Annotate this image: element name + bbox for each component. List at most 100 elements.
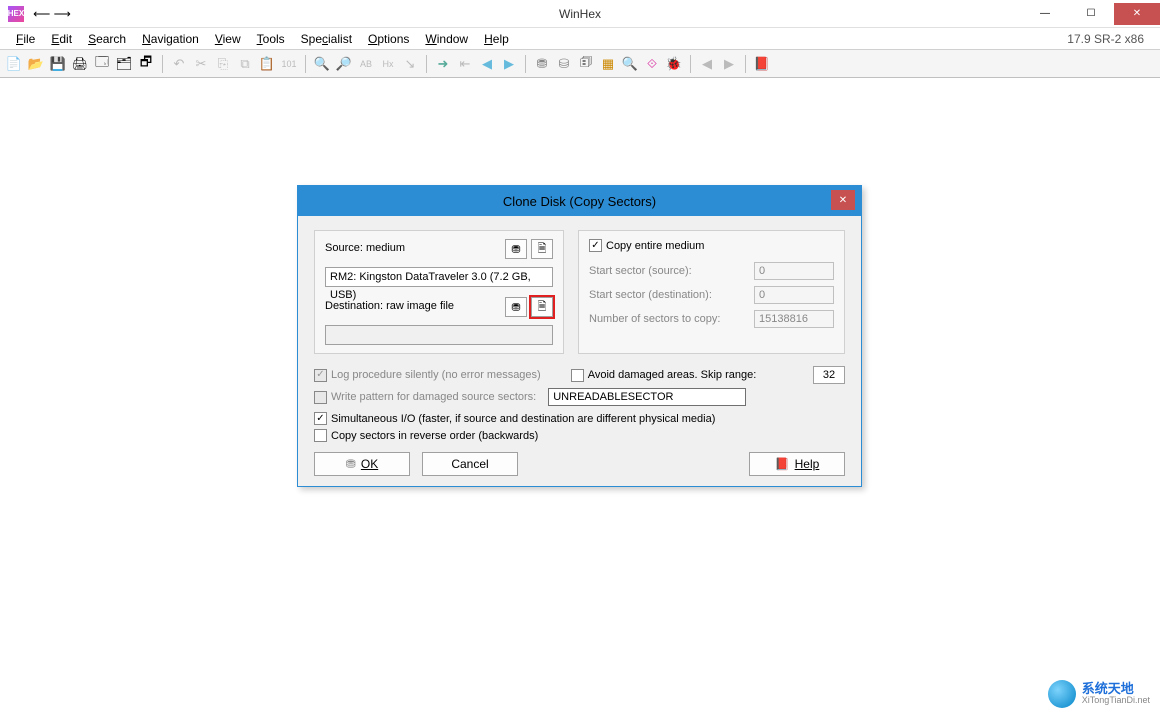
replace-text-icon[interactable]: AB bbox=[356, 54, 376, 74]
window-list-icon[interactable]: 🗗 bbox=[136, 54, 156, 74]
cut-icon[interactable]: ✂ bbox=[191, 54, 211, 74]
ram-icon[interactable]: 🗊 bbox=[576, 54, 596, 74]
nav-fwd-icon[interactable]: ▶ bbox=[499, 54, 519, 74]
help-button[interactable]: 📕 Help bbox=[749, 452, 845, 476]
dest-label: Destination: raw image file bbox=[325, 300, 501, 312]
copy-entire-label: Copy entire medium bbox=[606, 240, 704, 252]
start-src-field: 0 bbox=[754, 262, 834, 280]
dialog-close-button[interactable]: ✕ bbox=[831, 190, 855, 210]
dialog-title: Clone Disk (Copy Sectors) bbox=[503, 194, 656, 209]
find-text-icon[interactable]: 🔍 bbox=[312, 54, 332, 74]
replace-hex-icon[interactable]: Hx bbox=[378, 54, 398, 74]
menu-edit[interactable]: Edit bbox=[43, 30, 80, 48]
menu-specialist[interactable]: Specialist bbox=[293, 30, 360, 48]
bug-icon[interactable]: 🐞 bbox=[664, 54, 684, 74]
start-dst-field: 0 bbox=[754, 286, 834, 304]
folder-icon[interactable]: 🗂 bbox=[114, 54, 134, 74]
maximize-button[interactable]: ☐ bbox=[1068, 3, 1114, 25]
source-label: Source: medium bbox=[325, 242, 501, 254]
minimize-button[interactable]: — bbox=[1022, 3, 1068, 25]
simultaneous-io-label: Simultaneous I/O (faster, if source and … bbox=[331, 413, 715, 425]
avoid-damaged-checkbox[interactable] bbox=[571, 369, 584, 382]
menu-navigation[interactable]: Navigation bbox=[134, 30, 207, 48]
log-silently-checkbox: ✓ bbox=[314, 369, 327, 382]
undo-icon[interactable]: ↶ bbox=[169, 54, 189, 74]
help-icon[interactable]: 📕 bbox=[752, 54, 772, 74]
print-icon[interactable]: 🖨 bbox=[70, 54, 90, 74]
write-pattern-checkbox bbox=[314, 391, 327, 404]
reverse-order-checkbox[interactable] bbox=[314, 429, 327, 442]
log-silently-label: Log procedure silently (no error message… bbox=[331, 369, 541, 381]
dest-file-button[interactable]: 🗎 bbox=[531, 297, 553, 317]
window-title: WinHex bbox=[559, 7, 601, 21]
lens-icon[interactable]: 🔍 bbox=[620, 54, 640, 74]
menu-help[interactable]: Help bbox=[476, 30, 517, 48]
reverse-order-label: Copy sectors in reverse order (backwards… bbox=[331, 430, 538, 442]
dest-disk-button[interactable]: ⛃ bbox=[505, 297, 527, 317]
disk-icon: ⛃ bbox=[346, 457, 356, 471]
paste-icon[interactable]: 📋 bbox=[257, 54, 277, 74]
globe-icon bbox=[1048, 680, 1076, 708]
dest-field[interactable] bbox=[325, 325, 553, 345]
toolbar: 📄 📂 💾 🖨 🗔 🗂 🗗 ↶ ✂ ⎘ ⧉ 📋 101 🔍 🔎 AB Hx ↘ … bbox=[0, 50, 1160, 78]
version-label: 17.9 SR-2 x86 bbox=[1067, 32, 1152, 46]
find-hex-icon[interactable]: 🔎 bbox=[334, 54, 354, 74]
back-icon[interactable]: ⇤ bbox=[455, 54, 475, 74]
menu-view[interactable]: View bbox=[207, 30, 249, 48]
menu-tools[interactable]: Tools bbox=[249, 30, 293, 48]
write-pattern-label: Write pattern for damaged source sectors… bbox=[331, 391, 536, 403]
copy-icon[interactable]: ⎘ bbox=[213, 54, 233, 74]
menu-options[interactable]: Options bbox=[360, 30, 417, 48]
num-sectors-label: Number of sectors to copy: bbox=[589, 313, 754, 325]
window-controls: — ☐ ✕ bbox=[1022, 3, 1160, 25]
save-icon[interactable]: 💾 bbox=[48, 54, 68, 74]
goto-icon[interactable]: ↘ bbox=[400, 54, 420, 74]
start-dst-label: Start sector (destination): bbox=[589, 289, 754, 301]
disk2-icon[interactable]: ⛁ bbox=[554, 54, 574, 74]
source-dest-panel: Source: medium ⛃ 🗎 RM2: Kingston DataTra… bbox=[314, 230, 564, 354]
content-area: Clone Disk (Copy Sectors) ✕ Source: medi… bbox=[0, 78, 1160, 712]
ok-button[interactable]: ⛃ OK bbox=[314, 452, 410, 476]
bookmark-prev-icon[interactable]: ◀ bbox=[697, 54, 717, 74]
skip-range-field[interactable]: 32 bbox=[813, 366, 845, 384]
watermark-url: XiTongTianDi.net bbox=[1082, 696, 1150, 706]
write-pattern-field[interactable] bbox=[548, 388, 746, 406]
properties-icon[interactable]: 🗔 bbox=[92, 54, 112, 74]
new-file-icon[interactable]: 📄 bbox=[4, 54, 24, 74]
hex-icon[interactable]: 101 bbox=[279, 54, 299, 74]
source-file-button[interactable]: 🗎 bbox=[531, 239, 553, 259]
num-sectors-field: 15138816 bbox=[754, 310, 834, 328]
resize-indicator-icon: ⟵ ⟶ bbox=[32, 7, 72, 21]
book-icon: 📕 bbox=[775, 457, 790, 471]
file-icon: 🗎 bbox=[538, 240, 547, 259]
calc-icon[interactable]: ▦ bbox=[598, 54, 618, 74]
sector-range-panel: ✓ Copy entire medium Start sector (sourc… bbox=[578, 230, 845, 354]
menu-search[interactable]: Search bbox=[80, 30, 134, 48]
titlebar: HEX WinHex ⟵ ⟶ — ☐ ✕ bbox=[0, 0, 1160, 28]
position-icon[interactable]: ⟐ bbox=[642, 54, 662, 74]
file-icon: 🗎 bbox=[538, 298, 547, 317]
cancel-button[interactable]: Cancel bbox=[422, 452, 518, 476]
menu-window[interactable]: Window bbox=[417, 30, 476, 48]
avoid-damaged-label: Avoid damaged areas. Skip range: bbox=[588, 369, 757, 381]
watermark-title: 系统天地 bbox=[1082, 682, 1150, 696]
close-button[interactable]: ✕ bbox=[1114, 3, 1160, 25]
source-disk-button[interactable]: ⛃ bbox=[505, 239, 527, 259]
start-src-label: Start sector (source): bbox=[589, 265, 754, 277]
clone-disk-dialog: Clone Disk (Copy Sectors) ✕ Source: medi… bbox=[297, 185, 862, 487]
disk1-icon[interactable]: ⛃ bbox=[532, 54, 552, 74]
source-field[interactable]: RM2: Kingston DataTraveler 3.0 (7.2 GB, … bbox=[325, 267, 553, 287]
dialog-titlebar[interactable]: Clone Disk (Copy Sectors) ✕ bbox=[298, 186, 861, 216]
nav-back-icon[interactable]: ◀ bbox=[477, 54, 497, 74]
copy-block-icon[interactable]: ⧉ bbox=[235, 54, 255, 74]
drive-icon: ⛃ bbox=[511, 243, 520, 256]
menubar: File Edit Search Navigation View Tools S… bbox=[0, 28, 1160, 50]
bookmark-next-icon[interactable]: ▶ bbox=[719, 54, 739, 74]
open-file-icon[interactable]: 📂 bbox=[26, 54, 46, 74]
simultaneous-io-checkbox[interactable]: ✓ bbox=[314, 412, 327, 425]
copy-entire-checkbox[interactable]: ✓ bbox=[589, 239, 602, 252]
menu-file[interactable]: File bbox=[8, 30, 43, 48]
app-icon: HEX bbox=[8, 6, 24, 22]
goto-offset-icon[interactable]: ➜ bbox=[433, 54, 453, 74]
drive-icon: ⛃ bbox=[511, 301, 520, 314]
